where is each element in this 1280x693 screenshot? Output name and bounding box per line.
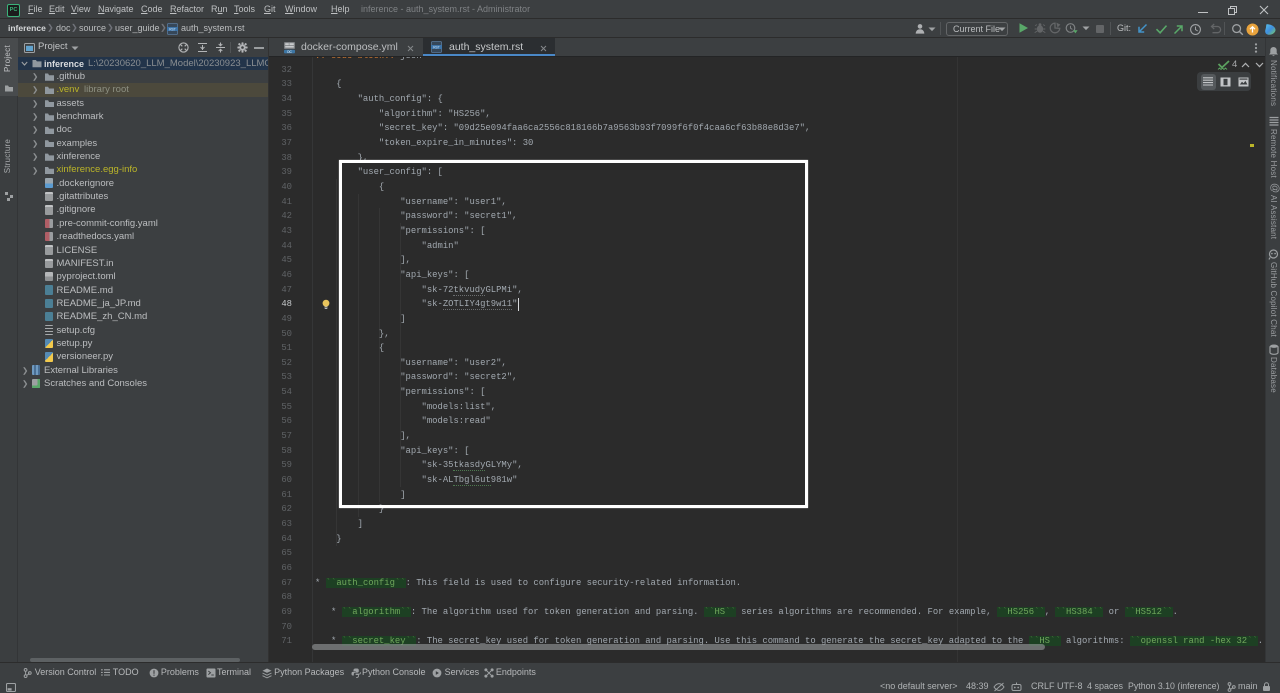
- svg-text:RST: RST: [169, 27, 176, 31]
- svg-text:RST: RST: [433, 45, 440, 49]
- svg-text:DC: DC: [287, 50, 292, 54]
